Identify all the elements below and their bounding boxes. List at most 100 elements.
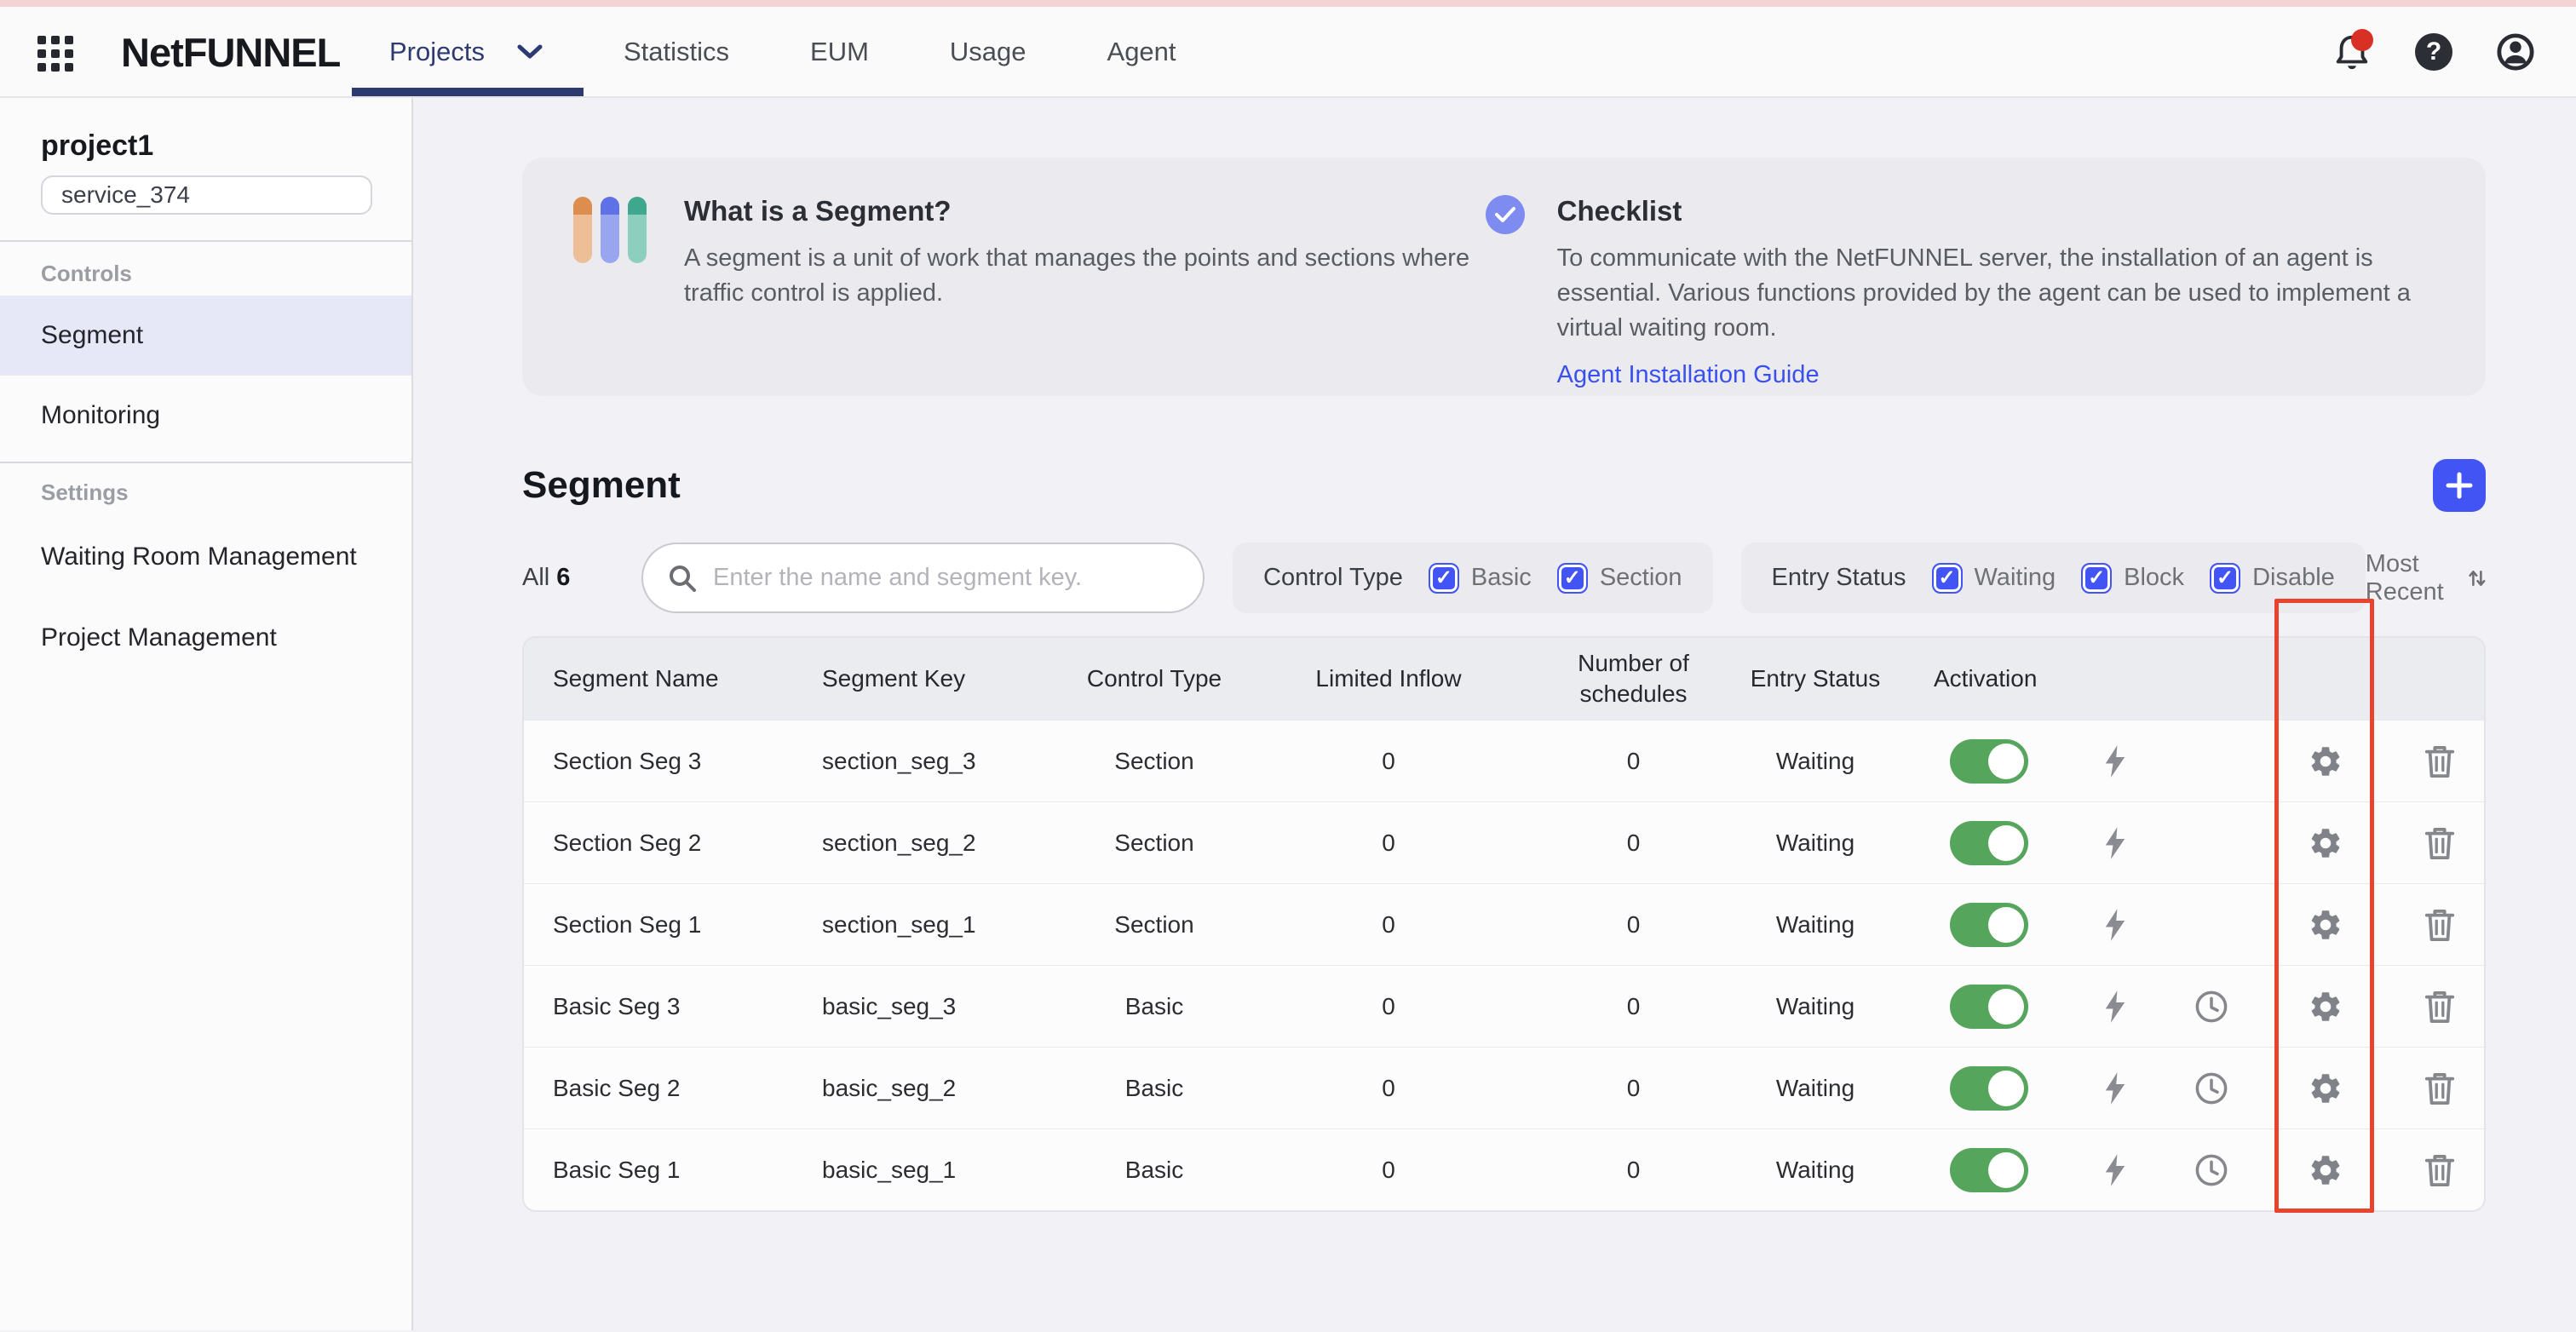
schedule-clock-icon[interactable] (2163, 1048, 2259, 1128)
nav-tab-eum-label: EUM (810, 37, 869, 67)
schedule-clock-icon[interactable] (2163, 884, 2259, 965)
sidebar-item-waiting-room-label: Waiting Room Management (41, 543, 357, 571)
banner-what-body: A segment is a unit of work that manages… (684, 241, 1486, 311)
lightning-icon[interactable] (2067, 721, 2163, 801)
settings-gear-icon[interactable] (2259, 721, 2392, 801)
lightning-icon[interactable] (2067, 802, 2163, 883)
sidebar-item-project-management-label: Project Management (41, 623, 277, 652)
segment-key-cell: basic_seg_1 (805, 1129, 1078, 1210)
avatar-icon[interactable] (2496, 32, 2535, 72)
entry-status-cell: Waiting (1721, 802, 1910, 883)
activation-cell (1910, 1048, 2067, 1128)
schedule-clock-icon[interactable] (2163, 1129, 2259, 1210)
activation-cell (1910, 884, 2067, 965)
nav-tab-usage[interactable]: Usage (950, 37, 1026, 67)
schedule-clock-icon[interactable] (2163, 966, 2259, 1047)
agent-installation-guide-link[interactable]: Agent Installation Guide (1557, 361, 1820, 389)
activation-toggle[interactable] (1950, 903, 2028, 947)
activation-toggle[interactable] (1950, 1148, 2028, 1192)
service-selector-value: service_374 (61, 181, 190, 209)
top-navbar: NetFUNNEL Projects Statistics EUM Usage … (0, 7, 2576, 98)
settings-gear-icon[interactable] (2259, 1048, 2392, 1128)
nav-tab-eum[interactable]: EUM (810, 37, 869, 67)
lightning-icon[interactable] (2067, 1129, 2163, 1210)
limited-inflow-cell: 0 (1231, 1048, 1546, 1128)
segment-key-cell: section_seg_3 (805, 721, 1078, 801)
activation-cell (1910, 1129, 2067, 1210)
table-row: Section Seg 2 section_seg_2 Section 0 0 … (524, 801, 2484, 883)
delete-trash-icon[interactable] (2392, 884, 2486, 965)
sidebar-item-segment[interactable]: Segment (0, 296, 411, 376)
search-input[interactable] (711, 563, 1179, 593)
lightning-icon[interactable] (2067, 884, 2163, 965)
checkbox-section-box: ✓ (1557, 563, 1588, 594)
delete-trash-icon[interactable] (2392, 802, 2486, 883)
settings-gear-icon[interactable] (2259, 1129, 2392, 1210)
info-banner: What is a Segment? A segment is a unit o… (522, 158, 2486, 396)
col-segment-name: Segment Name (524, 638, 805, 720)
sort-control[interactable]: Most Recent (2366, 550, 2487, 606)
sort-label: Most Recent (2366, 550, 2454, 606)
sidebar: project1 service_374 Controls Segment Mo… (0, 98, 413, 1330)
segment-search[interactable] (641, 543, 1205, 613)
delete-trash-icon[interactable] (2392, 1048, 2486, 1128)
table-row: Basic Seg 1 basic_seg_1 Basic 0 0 Waitin… (524, 1128, 2484, 1210)
schedule-clock-icon[interactable] (2163, 802, 2259, 883)
settings-gear-icon[interactable] (2259, 966, 2392, 1047)
schedules-cell: 0 (1546, 1129, 1721, 1210)
segment-key-cell: basic_seg_2 (805, 1048, 1078, 1128)
checkbox-waiting[interactable]: ✓Waiting (1932, 563, 2056, 594)
notification-bell-icon[interactable] (2332, 32, 2372, 72)
nav-tab-statistics[interactable]: Statistics (624, 37, 729, 67)
control-type-cell: Basic (1078, 1048, 1231, 1128)
limited-inflow-cell: 0 (1231, 966, 1546, 1047)
table-row: Section Seg 3 section_seg_3 Section 0 0 … (524, 720, 2484, 801)
sidebar-item-project-management[interactable]: Project Management (0, 597, 411, 678)
schedules-cell: 0 (1546, 884, 1721, 965)
col-activation: Activation (1910, 638, 2067, 720)
sidebar-item-monitoring[interactable]: Monitoring (0, 376, 411, 456)
checkbox-section-label: Section (1600, 564, 1682, 592)
apps-grid-icon[interactable] (37, 36, 75, 73)
checkbox-section[interactable]: ✓ Section (1557, 563, 1682, 594)
activation-cell (1910, 966, 2067, 1047)
schedule-clock-icon[interactable] (2163, 721, 2259, 801)
sidebar-item-monitoring-label: Monitoring (41, 401, 160, 430)
app-screen: NetFUNNEL Projects Statistics EUM Usage … (0, 0, 2576, 1332)
checkbox-block-box: ✓ (2081, 563, 2112, 594)
banner-checklist-body: To communicate with the NetFUNNEL server… (1557, 241, 2435, 346)
limited-inflow-cell: 0 (1231, 802, 1546, 883)
sidebar-item-waiting-room-management[interactable]: Waiting Room Management (0, 516, 411, 597)
add-segment-button[interactable] (2433, 459, 2486, 512)
nav-tab-agent[interactable]: Agent (1107, 37, 1176, 67)
control-type-filter: Control Type ✓Basic ✓Section (1233, 543, 1713, 613)
activation-toggle[interactable] (1950, 985, 2028, 1029)
checkbox-basic[interactable]: ✓Basic (1429, 563, 1532, 594)
delete-trash-icon[interactable] (2392, 721, 2486, 801)
delete-trash-icon[interactable] (2392, 1129, 2486, 1210)
lightning-icon[interactable] (2067, 1048, 2163, 1128)
activation-toggle[interactable] (1950, 739, 2028, 784)
activation-toggle[interactable] (1950, 821, 2028, 865)
total-count: All 6 (522, 564, 641, 592)
segment-key-cell: basic_seg_3 (805, 966, 1078, 1047)
banner-what-title: What is a Segment? (684, 192, 1486, 231)
banner-checklist-title: Checklist (1557, 192, 2435, 231)
search-icon (667, 563, 698, 594)
delete-trash-icon[interactable] (2392, 966, 2486, 1047)
settings-gear-icon[interactable] (2259, 802, 2392, 883)
nav-tab-projects[interactable]: Projects (389, 37, 543, 67)
settings-gear-icon[interactable] (2259, 884, 2392, 965)
checkbox-block[interactable]: ✓Block (2081, 563, 2184, 594)
service-selector[interactable]: service_374 (41, 175, 372, 215)
lightning-icon[interactable] (2067, 966, 2163, 1047)
nav-tab-projects-label: Projects (389, 37, 485, 67)
entry-status-cell: Waiting (1721, 1048, 1910, 1128)
help-icon[interactable]: ? (2414, 32, 2453, 72)
segment-name-cell: Basic Seg 3 (524, 966, 805, 1047)
project-name: project1 (41, 128, 371, 164)
header-icons: ? (2332, 7, 2535, 96)
activation-toggle[interactable] (1950, 1066, 2028, 1111)
control-type-cell: Section (1078, 802, 1231, 883)
checkbox-disable[interactable]: ✓Disable (2210, 563, 2335, 594)
